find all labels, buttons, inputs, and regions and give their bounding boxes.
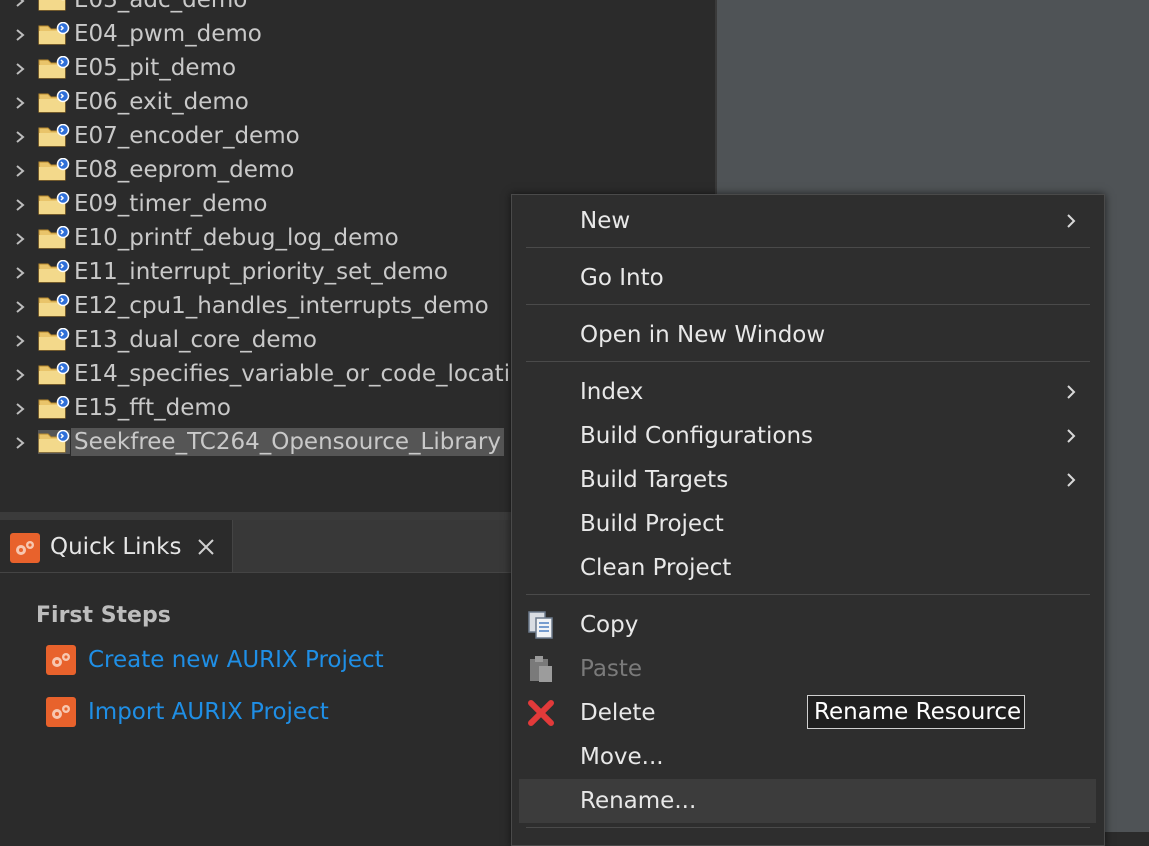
close-icon[interactable] xyxy=(196,537,216,557)
project-folder-icon xyxy=(38,259,70,284)
project-folder-icon xyxy=(38,89,70,114)
menu-item-label: Build Configurations xyxy=(580,423,814,449)
tree-item-label: E08_eeprom_demo xyxy=(74,157,295,183)
tree-item-label: E11_interrupt_priority_set_demo xyxy=(74,259,449,285)
menu-separator xyxy=(526,827,1090,828)
tree-item-label: E07_encoder_demo xyxy=(74,123,300,149)
project-folder-icon xyxy=(38,157,70,182)
first-steps-heading: First Steps xyxy=(36,603,171,628)
tree-item[interactable]: E08_eeprom_demo xyxy=(0,153,715,187)
delete-icon xyxy=(526,698,556,728)
tree-item-label: E03_adc_demo xyxy=(74,0,248,13)
aurix-icon xyxy=(46,645,76,675)
tree-item-label: E10_printf_debug_log_demo xyxy=(74,225,399,251)
menu-item-label: Paste xyxy=(580,656,643,682)
chevron-right-icon xyxy=(1066,472,1076,488)
chevron-right-icon[interactable] xyxy=(14,367,26,381)
chevron-right-icon[interactable] xyxy=(14,299,26,313)
tree-item-label: E06_exit_demo xyxy=(74,89,249,115)
tree-item[interactable]: E03_adc_demo xyxy=(0,0,715,17)
tree-item-label: E04_pwm_demo xyxy=(74,21,262,47)
menu-item-build-project[interactable]: Build Project xyxy=(512,502,1104,546)
chevron-right-icon[interactable] xyxy=(14,129,26,143)
menu-item-label: Index xyxy=(580,379,644,405)
tree-item[interactable]: E05_pit_demo xyxy=(0,51,715,85)
tree-item-label: E15_fft_demo xyxy=(74,395,231,421)
menu-item-label: Delete xyxy=(580,700,656,726)
tooltip-text: Rename Resource xyxy=(814,699,1022,725)
menu-item-index[interactable]: Index xyxy=(512,370,1104,414)
project-folder-icon xyxy=(38,123,70,148)
tree-item-label: E14_specifies_variable_or_code_locatio xyxy=(74,361,525,387)
menu-item-new[interactable]: New xyxy=(512,199,1104,243)
menu-item-label: Open in New Window xyxy=(580,322,826,348)
tree-item[interactable]: E04_pwm_demo xyxy=(0,17,715,51)
menu-item-label: Go Into xyxy=(580,265,664,291)
tree-item-label: E05_pit_demo xyxy=(74,55,237,81)
menu-item-paste: Paste xyxy=(512,647,1104,691)
tree-item[interactable]: E07_encoder_demo xyxy=(0,119,715,153)
import-aurix-project-label[interactable]: Import AURIX Project xyxy=(88,697,329,727)
chevron-right-icon[interactable] xyxy=(14,435,26,449)
aurix-icon xyxy=(46,697,76,727)
aurix-icon xyxy=(10,533,40,563)
tooltip: Rename Resource xyxy=(807,695,1025,729)
chevron-right-icon xyxy=(1066,213,1076,229)
menu-item-label: New xyxy=(580,208,631,234)
create-aurix-project-label[interactable]: Create new AURIX Project xyxy=(88,645,384,675)
project-folder-icon xyxy=(38,55,70,80)
project-folder-icon xyxy=(38,0,70,12)
menu-item-build-targets[interactable]: Build Targets xyxy=(512,458,1104,502)
menu-item-copy[interactable]: Copy xyxy=(512,603,1104,647)
menu-item-rename[interactable]: Rename... xyxy=(519,779,1096,823)
chevron-right-icon[interactable] xyxy=(14,197,26,211)
tree-item-label: Seekfree_TC264_Opensource_Library xyxy=(71,428,504,456)
menu-separator xyxy=(526,361,1090,362)
chevron-right-icon[interactable] xyxy=(14,163,26,177)
chevron-right-icon[interactable] xyxy=(14,401,26,415)
tree-item-label: E12_cpu1_handles_interrupts_demo xyxy=(74,293,489,319)
tree-item-label: E09_timer_demo xyxy=(74,191,268,217)
menu-item-label: Move... xyxy=(580,744,664,770)
chevron-right-icon xyxy=(1066,384,1076,400)
menu-item-label: Build Targets xyxy=(580,467,729,493)
menu-item-open-new-window[interactable]: Open in New Window xyxy=(512,313,1104,357)
chevron-right-icon[interactable] xyxy=(14,231,26,245)
menu-item-label: Rename... xyxy=(580,788,697,814)
menu-item-go-into[interactable]: Go Into xyxy=(512,256,1104,300)
project-folder-icon xyxy=(38,21,70,46)
project-folder-icon xyxy=(38,361,70,386)
menu-item-build-configurations[interactable]: Build Configurations xyxy=(512,414,1104,458)
tree-item[interactable]: E06_exit_demo xyxy=(0,85,715,119)
chevron-right-icon[interactable] xyxy=(14,0,26,7)
project-folder-icon xyxy=(38,225,70,250)
project-folder-icon xyxy=(38,293,70,318)
menu-item-move[interactable]: Move... xyxy=(512,735,1104,779)
quick-links-tab-title: Quick Links xyxy=(50,534,182,560)
chevron-right-icon[interactable] xyxy=(14,333,26,347)
copy-icon xyxy=(526,610,556,640)
chevron-right-icon[interactable] xyxy=(14,95,26,109)
tab-quick-links[interactable]: Quick Links xyxy=(0,520,233,572)
menu-item-clean-project[interactable]: Clean Project xyxy=(512,546,1104,590)
chevron-right-icon[interactable] xyxy=(14,265,26,279)
project-folder-icon xyxy=(38,429,70,454)
project-folder-icon xyxy=(38,191,70,216)
project-folder-icon xyxy=(38,327,70,352)
context-menu: New Go Into Open in New Window Index Bui… xyxy=(511,194,1105,846)
menu-item-label: Clean Project xyxy=(580,555,732,581)
menu-item-label: Copy xyxy=(580,612,639,638)
paste-icon xyxy=(526,654,556,684)
chevron-right-icon[interactable] xyxy=(14,27,26,41)
menu-item-label: Build Project xyxy=(580,511,724,537)
menu-separator xyxy=(526,304,1090,305)
chevron-right-icon[interactable] xyxy=(14,61,26,75)
menu-separator xyxy=(526,594,1090,595)
tree-item-label: E13_dual_core_demo xyxy=(74,327,318,353)
chevron-right-icon xyxy=(1066,428,1076,444)
menu-separator xyxy=(526,247,1090,248)
project-folder-icon xyxy=(38,395,70,420)
